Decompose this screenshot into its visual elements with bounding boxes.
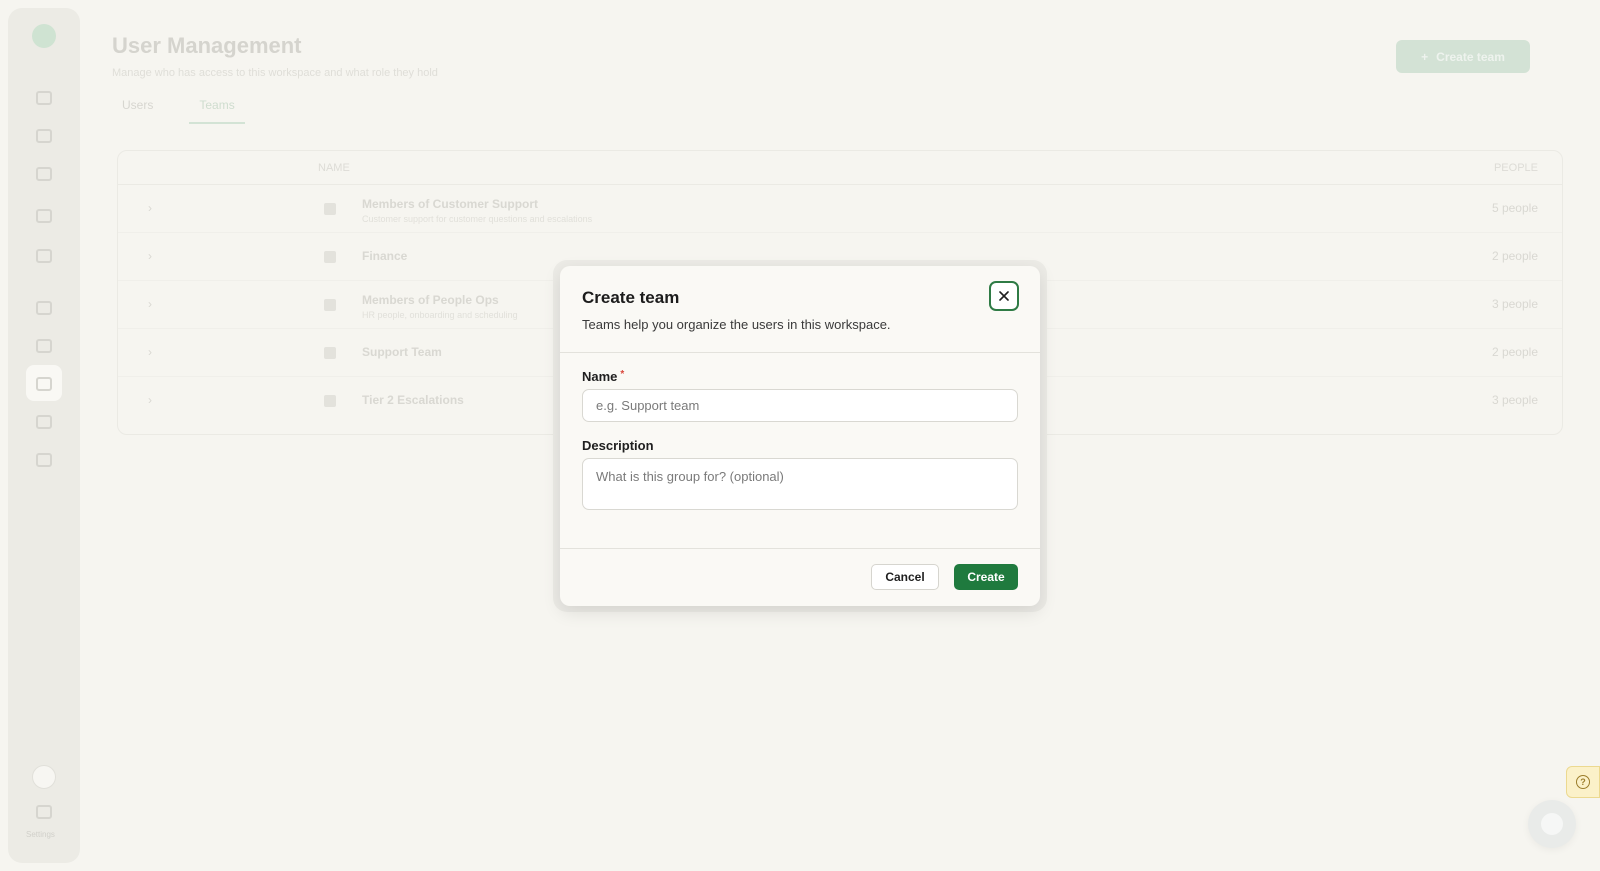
team-name: Tier 2 Escalations <box>362 393 464 407</box>
team-icon <box>324 203 336 215</box>
team-icon <box>324 347 336 359</box>
docs-icon[interactable] <box>36 805 52 819</box>
column-header-name: NAME <box>318 162 350 174</box>
team-icon <box>324 251 336 263</box>
tab-users[interactable]: Users <box>112 98 163 124</box>
settings-icon[interactable] <box>36 453 52 467</box>
page-subtitle: Manage who has access to this workspace … <box>112 67 438 79</box>
chat-list-icon[interactable] <box>36 249 52 263</box>
dialog-footer: Cancel Create <box>560 548 1040 606</box>
help-button[interactable]: ? <box>1566 766 1600 798</box>
required-indicator: * <box>620 369 625 380</box>
plus-icon: + <box>1421 49 1429 64</box>
team-name: Finance <box>362 249 408 263</box>
description-label: Description <box>582 438 654 453</box>
name-label-text: Name <box>582 369 618 384</box>
table-header: NAME PEOPLE <box>118 151 1562 185</box>
team-description: HR people, onboarding and scheduling <box>362 310 518 320</box>
dialog-header: Create team Teams help you organize the … <box>560 266 1040 353</box>
team-people-count: 3 people <box>1491 297 1538 311</box>
sidebar: Settings <box>8 8 80 863</box>
team-people-count: 5 people <box>1491 201 1538 215</box>
close-button[interactable] <box>989 281 1019 311</box>
page-title: User Management <box>112 33 302 58</box>
team-people-count: 2 people <box>1491 249 1538 263</box>
name-label: Name * <box>582 369 624 384</box>
chevron-right-icon[interactable]: › <box>148 249 152 263</box>
help-icon: ? <box>1576 775 1590 789</box>
create-team-dialog: Create team Teams help you organize the … <box>560 266 1040 606</box>
logo[interactable] <box>32 24 56 48</box>
chevron-right-icon[interactable]: › <box>148 393 152 407</box>
tab-bar: Users Teams <box>112 98 245 124</box>
knowledge-icon[interactable] <box>36 339 52 353</box>
tab-teams[interactable]: Teams <box>189 98 245 124</box>
team-name: Members of Customer Support <box>362 197 539 211</box>
home-icon[interactable] <box>36 91 52 105</box>
team-name-input[interactable] <box>582 389 1018 422</box>
team-name: Members of People Ops <box>362 293 499 307</box>
sidebar-footer: Settings <box>26 830 55 839</box>
team-icon <box>324 395 336 407</box>
calendar-icon[interactable] <box>36 209 52 223</box>
chevron-right-icon[interactable]: › <box>148 345 152 359</box>
team-people-count: 3 people <box>1491 393 1538 407</box>
team-people-count: 2 people <box>1491 345 1538 359</box>
column-header-people: PEOPLE <box>1493 162 1538 174</box>
cancel-button[interactable]: Cancel <box>871 564 939 590</box>
chat-launcher-button[interactable] <box>1528 800 1576 848</box>
chevron-right-icon[interactable]: › <box>148 297 152 311</box>
table-row[interactable]: › Members of Customer Support Customer s… <box>118 185 1562 233</box>
create-team-header-label: Create team <box>1436 49 1505 64</box>
team-description-input[interactable] <box>582 458 1018 510</box>
dialog-title: Create team <box>582 288 680 307</box>
team-icon <box>324 299 336 311</box>
create-team-header-button[interactable]: + Create team <box>1396 40 1530 73</box>
team-name: Support Team <box>362 345 442 359</box>
integrations-icon[interactable] <box>36 415 52 429</box>
create-button[interactable]: Create <box>954 564 1018 590</box>
inbox-icon[interactable] <box>36 129 52 143</box>
team-description: Customer support for customer questions … <box>362 214 593 224</box>
search-icon[interactable] <box>36 167 52 181</box>
users-icon[interactable] <box>36 377 52 391</box>
avatar[interactable] <box>32 765 56 789</box>
analytics-icon[interactable] <box>36 301 52 315</box>
chevron-right-icon[interactable]: › <box>148 201 152 215</box>
close-icon <box>999 291 1009 301</box>
dialog-subtitle: Teams help you organize the users in thi… <box>582 317 891 332</box>
